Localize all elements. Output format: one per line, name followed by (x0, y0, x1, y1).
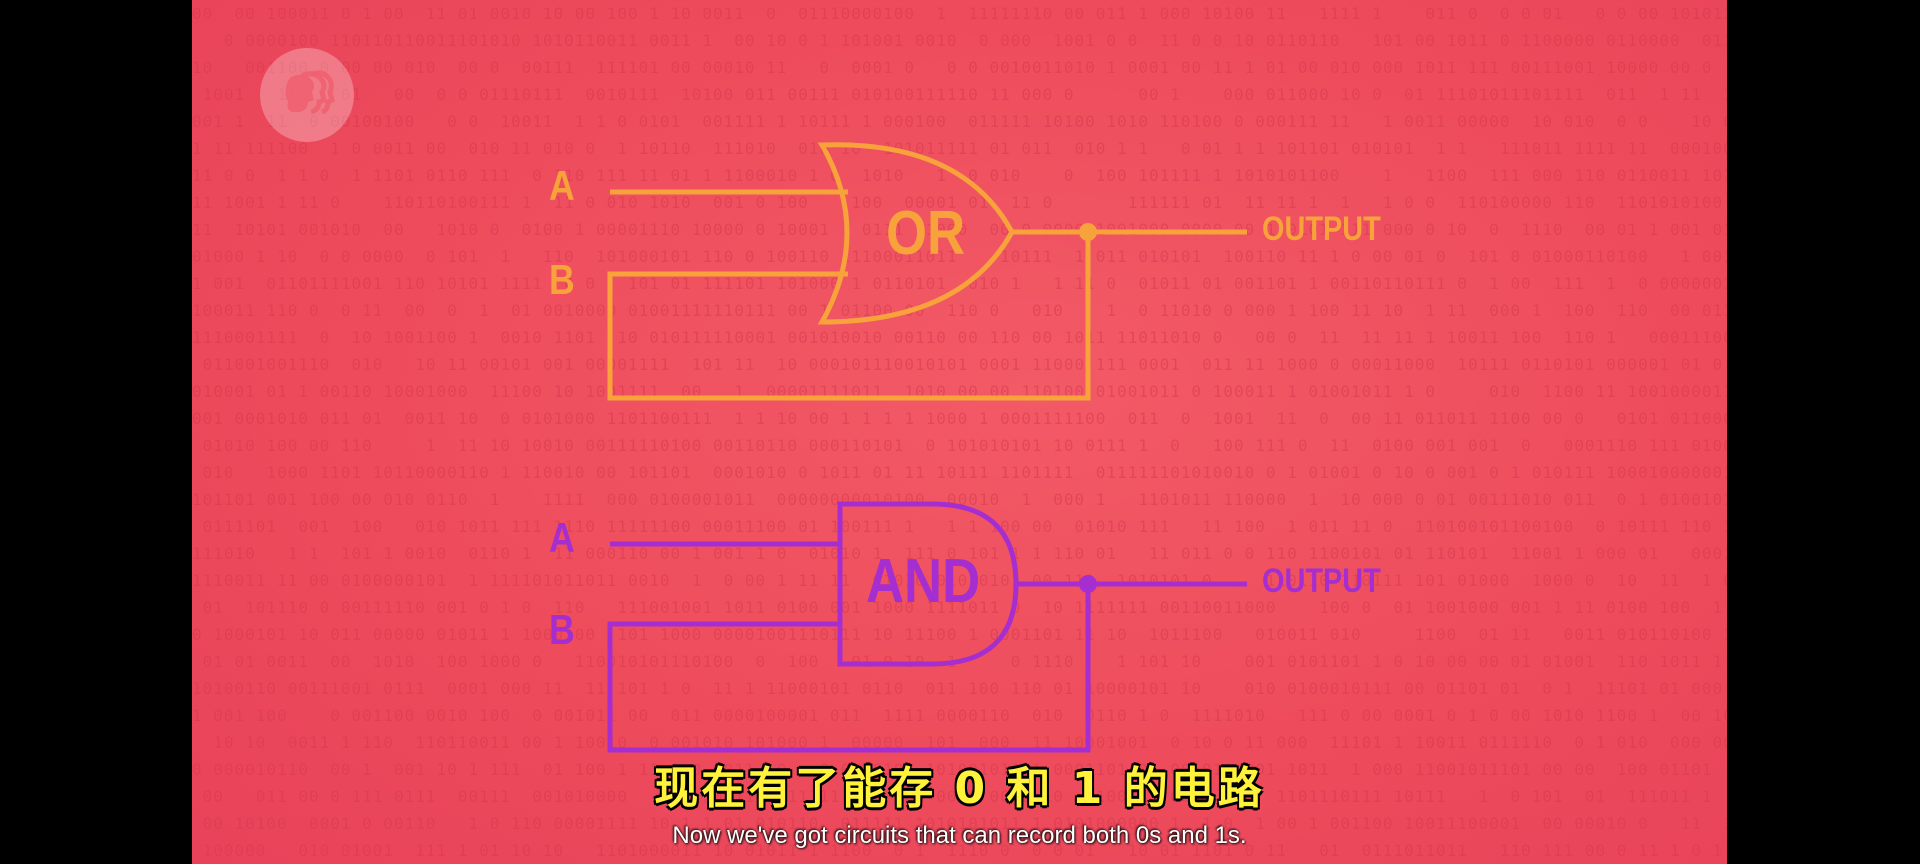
video-frame[interactable]: 00 00 100011 0 1 00 11 01 0010 10 00 100… (192, 0, 1727, 864)
or-input-a-label: A (549, 162, 575, 209)
or-gate-label: OR (886, 199, 966, 268)
and-output-label: OUTPUT (1262, 562, 1381, 600)
or-output-label: OUTPUT (1262, 210, 1381, 248)
and-feedback-wire (607, 585, 1091, 753)
subtitle-chinese: 现在有了能存 0 和 1 的电路 (654, 763, 1265, 814)
and-input-b-label: B (549, 606, 575, 653)
or-junction-dot (1079, 223, 1097, 241)
and-circuit (607, 501, 1247, 753)
logic-circuits-diagram (607, 142, 1247, 753)
or-feedback-wire (607, 230, 1091, 401)
and-input-a-label: A (549, 514, 575, 561)
and-gate-label: AND (866, 547, 981, 616)
or-circuit (607, 142, 1247, 401)
or-input-b-label: B (549, 256, 575, 303)
subtitle-english: Now we've got circuits that can record b… (672, 822, 1247, 849)
and-junction-dot (1079, 575, 1097, 593)
